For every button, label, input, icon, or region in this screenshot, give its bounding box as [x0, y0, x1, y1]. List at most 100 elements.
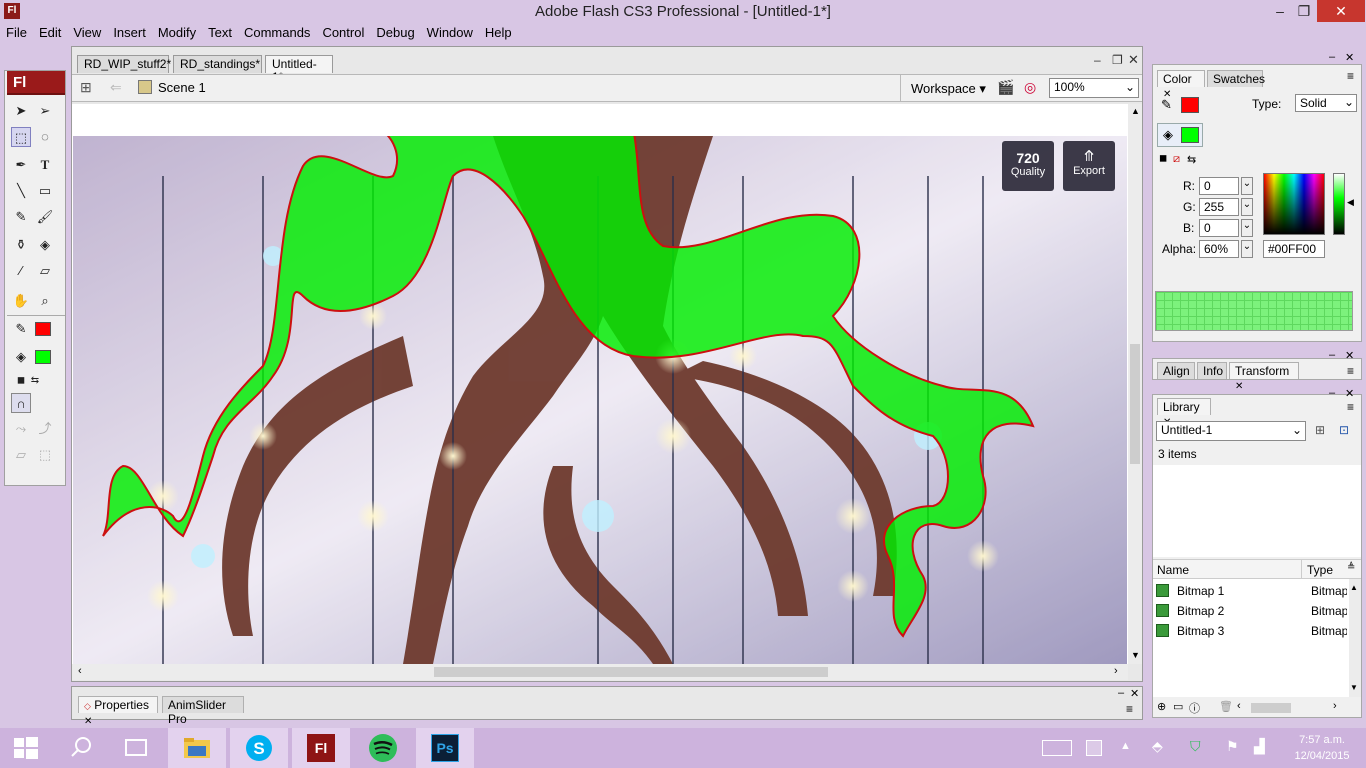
panel-close-icon[interactable]: ✕	[1130, 687, 1139, 700]
b-input[interactable]: 0	[1199, 219, 1239, 237]
color-panel-options-icon[interactable]: ≡	[1347, 69, 1354, 83]
horizontal-scrollbar[interactable]: ‹ ›	[72, 664, 1128, 680]
menu-view[interactable]: View	[67, 23, 107, 43]
text-tool-icon[interactable]: T	[35, 155, 55, 175]
snap-to-objects-icon[interactable]: ∩	[11, 393, 31, 413]
library-horizontal-scroll-thumb[interactable]	[1251, 703, 1291, 713]
align-panel-options-icon[interactable]: ≡	[1347, 364, 1354, 378]
stage-area[interactable]: 720 Quality ⤊ Export	[72, 104, 1128, 664]
scroll-right-icon[interactable]: ›	[1333, 700, 1337, 712]
scroll-left-icon[interactable]: ‹	[1237, 700, 1241, 712]
g-input[interactable]: 255	[1199, 198, 1239, 216]
maximize-button[interactable]: ❐	[1292, 0, 1316, 22]
g-dropdown-icon[interactable]: ⌄	[1241, 198, 1253, 216]
minimize-button[interactable]: –	[1268, 0, 1292, 22]
alpha-input[interactable]: 60%	[1199, 240, 1239, 258]
close-button[interactable]: ✕	[1317, 0, 1365, 22]
properties-icon[interactable]: ⓘ	[1189, 700, 1200, 716]
smooth-icon[interactable]: ⤳	[11, 419, 31, 439]
straighten-icon[interactable]: ⤴	[35, 419, 55, 439]
new-symbol-icon[interactable]: ⊕	[1157, 700, 1166, 713]
action-center-icon[interactable]	[1086, 740, 1102, 756]
scroll-right-icon[interactable]: ›	[1114, 665, 1118, 677]
hex-input[interactable]: #00FF00	[1263, 240, 1325, 258]
photoshop-icon[interactable]: Ps	[416, 728, 474, 768]
tab-transform[interactable]: Transform ✕	[1229, 362, 1299, 392]
skype-icon[interactable]: S	[230, 728, 288, 768]
rectangle-tool-icon[interactable]: ▭	[35, 181, 55, 201]
menu-file[interactable]: File	[0, 23, 33, 43]
close-icon[interactable]: ✕	[1235, 381, 1243, 392]
flash-icon[interactable]: Fl	[292, 728, 350, 768]
menu-debug[interactable]: Debug	[370, 23, 420, 43]
export-button[interactable]: ⤊ Export	[1063, 141, 1115, 191]
close-icon[interactable]: ✕	[84, 716, 92, 727]
menu-insert[interactable]: Insert	[107, 23, 152, 43]
horizontal-scroll-thumb[interactable]	[434, 667, 828, 677]
eyedropper-tool-icon[interactable]: ⁄	[11, 261, 31, 281]
timeline-toggle-icon[interactable]: ⊞	[80, 79, 92, 96]
ink-bottle-tool-icon[interactable]: ⚱	[11, 235, 31, 255]
edit-symbols-icon[interactable]: ◎	[1024, 79, 1036, 96]
workspace-menu[interactable]: Workspace ▾	[911, 81, 986, 97]
tab-properties[interactable]: ◇ Properties ✕	[78, 696, 158, 727]
stroke-color-icon[interactable]: ✎	[11, 319, 31, 339]
color-panel-minimize-icon[interactable]: –	[1329, 51, 1335, 63]
scroll-left-icon[interactable]: ‹	[78, 665, 82, 677]
spotify-icon[interactable]	[354, 728, 412, 768]
lasso-tool-icon[interactable]: ◌	[35, 127, 55, 147]
menu-edit[interactable]: Edit	[33, 23, 67, 43]
no-color-icon[interactable]: ⧄	[1173, 153, 1180, 166]
line-tool-icon[interactable]: ╲	[11, 181, 31, 201]
sort-icon[interactable]: ≜	[1347, 562, 1355, 573]
tab-color[interactable]: Color ✕	[1157, 70, 1205, 100]
tab-animslider-pro[interactable]: AnimSlider Pro	[162, 696, 244, 726]
doc-restore-icon[interactable]: ❐	[1112, 53, 1123, 67]
vertical-scroll-thumb[interactable]	[1130, 344, 1140, 464]
menu-help[interactable]: Help	[479, 23, 518, 43]
library-panel-options-icon[interactable]: ≡	[1347, 400, 1354, 414]
black-white-icon[interactable]: ◼	[1159, 153, 1167, 164]
scale-icon[interactable]: ⬚	[35, 445, 55, 465]
clock-time[interactable]: 7:57 a.m.	[1284, 734, 1360, 746]
alpha-dropdown-icon[interactable]: ⌄	[1241, 240, 1253, 258]
quality-button[interactable]: 720 Quality	[1002, 141, 1054, 191]
zoom-tool-icon[interactable]: ⌕	[35, 291, 55, 311]
shield-icon[interactable]: ⛉	[1190, 738, 1201, 755]
pencil-tool-icon[interactable]: ✎	[11, 207, 31, 227]
menu-commands[interactable]: Commands	[238, 23, 316, 43]
zoom-select[interactable]: 100% ⌄	[1049, 78, 1139, 98]
tab-rd-standings[interactable]: RD_standings*	[173, 55, 262, 73]
eraser-tool-icon[interactable]: ▱	[35, 261, 55, 281]
panel-minimize-icon[interactable]: –	[1118, 687, 1124, 699]
col-name-header[interactable]: Name	[1157, 563, 1189, 577]
edit-scene-icon[interactable]: 🎬	[997, 79, 1014, 96]
align-panel-close-icon[interactable]: ✕	[1345, 349, 1354, 362]
menu-window[interactable]: Window	[421, 23, 479, 43]
b-dropdown-icon[interactable]: ⌄	[1241, 219, 1253, 237]
file-explorer-icon[interactable]	[168, 728, 226, 768]
col-type-header[interactable]: Type	[1307, 563, 1333, 577]
swap-colors-icon[interactable]: ⇆	[25, 371, 45, 391]
new-folder-icon[interactable]: ▭	[1173, 700, 1183, 713]
tab-rd-wip-stuff2[interactable]: RD_WIP_stuff2*	[77, 55, 171, 73]
color-spectrum[interactable]	[1263, 173, 1325, 235]
scroll-down-icon[interactable]: ▼	[1350, 683, 1358, 692]
stroke-color-swatch[interactable]	[1181, 97, 1199, 113]
library-document-select[interactable]: Untitled-1 ⌄	[1156, 421, 1306, 441]
tab-align[interactable]: Align	[1157, 362, 1195, 379]
brightness-slider[interactable]	[1333, 173, 1345, 235]
menu-modify[interactable]: Modify	[152, 23, 202, 43]
brush-tool-icon[interactable]: 🖌	[35, 207, 55, 227]
task-view-icon[interactable]	[108, 728, 166, 768]
stroke-color-swatch[interactable]	[35, 322, 51, 336]
network-share-icon[interactable]: ⬘	[1152, 738, 1163, 755]
fill-color-icon[interactable]: ◈	[11, 347, 31, 367]
align-panel-minimize-icon[interactable]: –	[1329, 349, 1335, 361]
chevron-up-icon[interactable]: ▲	[1120, 740, 1131, 752]
library-panel-close-icon[interactable]: ✕	[1345, 387, 1354, 400]
pin-library-icon[interactable]: ⊞	[1315, 423, 1325, 437]
windows-start-icon[interactable]	[0, 728, 58, 768]
selection-tool-icon[interactable]: ➤	[11, 101, 31, 121]
color-panel-close-icon[interactable]: ✕	[1345, 51, 1354, 64]
